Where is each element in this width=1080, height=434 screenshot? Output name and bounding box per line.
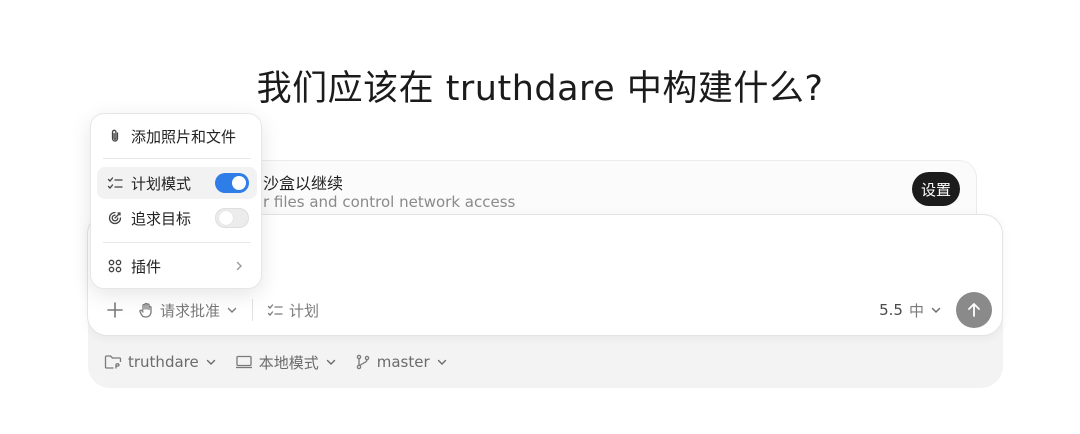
model-selector[interactable]: 5.5 中 xyxy=(879,300,942,321)
plus-icon[interactable] xyxy=(106,301,124,319)
menu-divider xyxy=(103,158,251,159)
plan-label: 计划 xyxy=(289,301,320,320)
menu-divider xyxy=(103,242,251,243)
menu-item-label: 计划模式 xyxy=(131,174,192,193)
chevron-down-icon xyxy=(226,304,238,316)
approval-label: 请求批准 xyxy=(160,301,221,320)
menu-item-plugins[interactable]: 插件 xyxy=(97,250,257,282)
branch-name: master xyxy=(376,353,430,371)
menu-item-label: 插件 xyxy=(131,257,162,276)
menu-item-attach[interactable]: 添加照片和文件 xyxy=(97,120,257,152)
approval-dropdown[interactable]: 请求批准 xyxy=(138,300,238,321)
menu-item-goal[interactable]: 追求目标 xyxy=(97,202,257,234)
chevron-down-icon xyxy=(930,304,942,316)
plan-chip[interactable]: 计划 xyxy=(267,300,319,321)
menu-item-plan-mode[interactable]: 计划模式 xyxy=(97,167,257,199)
folder-icon xyxy=(104,354,122,370)
send-button[interactable] xyxy=(956,292,992,328)
mode-selector[interactable]: 本地模式 xyxy=(235,352,337,373)
goal-toggle[interactable] xyxy=(215,208,249,228)
project-name: truthdare xyxy=(128,353,199,371)
reasoning-level: 中 xyxy=(908,301,924,320)
tray-footer: truthdare 本地模式 master xyxy=(104,350,448,374)
model-version: 5.5 xyxy=(879,301,903,319)
plan-mode-toggle[interactable] xyxy=(215,173,249,193)
chevron-down-icon xyxy=(325,356,337,368)
arrow-up-icon xyxy=(965,301,983,319)
checklist-icon xyxy=(107,176,123,190)
menu-item-label: 追求目标 xyxy=(131,209,192,228)
mode-label: 本地模式 xyxy=(258,353,319,372)
hand-icon xyxy=(138,302,154,318)
target-icon xyxy=(107,210,123,226)
notice-title: 沙盒以继续 xyxy=(263,174,344,193)
chevron-down-icon xyxy=(205,356,217,368)
composer-popup-menu: 添加照片和文件 计划模式 追求目标 插件 xyxy=(90,113,262,289)
checklist-icon xyxy=(267,303,283,317)
paperclip-icon xyxy=(107,128,123,144)
grid-icon xyxy=(107,258,123,274)
settings-button[interactable]: 设置 xyxy=(911,172,960,206)
chevron-down-icon xyxy=(436,356,448,368)
laptop-icon xyxy=(235,354,253,370)
project-selector[interactable]: truthdare xyxy=(104,353,217,371)
git-branch-icon xyxy=(355,354,371,370)
toolbar-divider xyxy=(252,299,254,321)
chevron-right-icon xyxy=(233,260,245,272)
composer-toolbar: 请求批准 计划 5.5 中 xyxy=(106,292,992,328)
notice-subtitle: r files and control network access xyxy=(263,193,516,211)
menu-item-label: 添加照片和文件 xyxy=(131,127,237,146)
branch-selector[interactable]: master xyxy=(355,353,448,371)
page-title: 我们应该在 truthdare 中构建什么? xyxy=(256,69,824,109)
